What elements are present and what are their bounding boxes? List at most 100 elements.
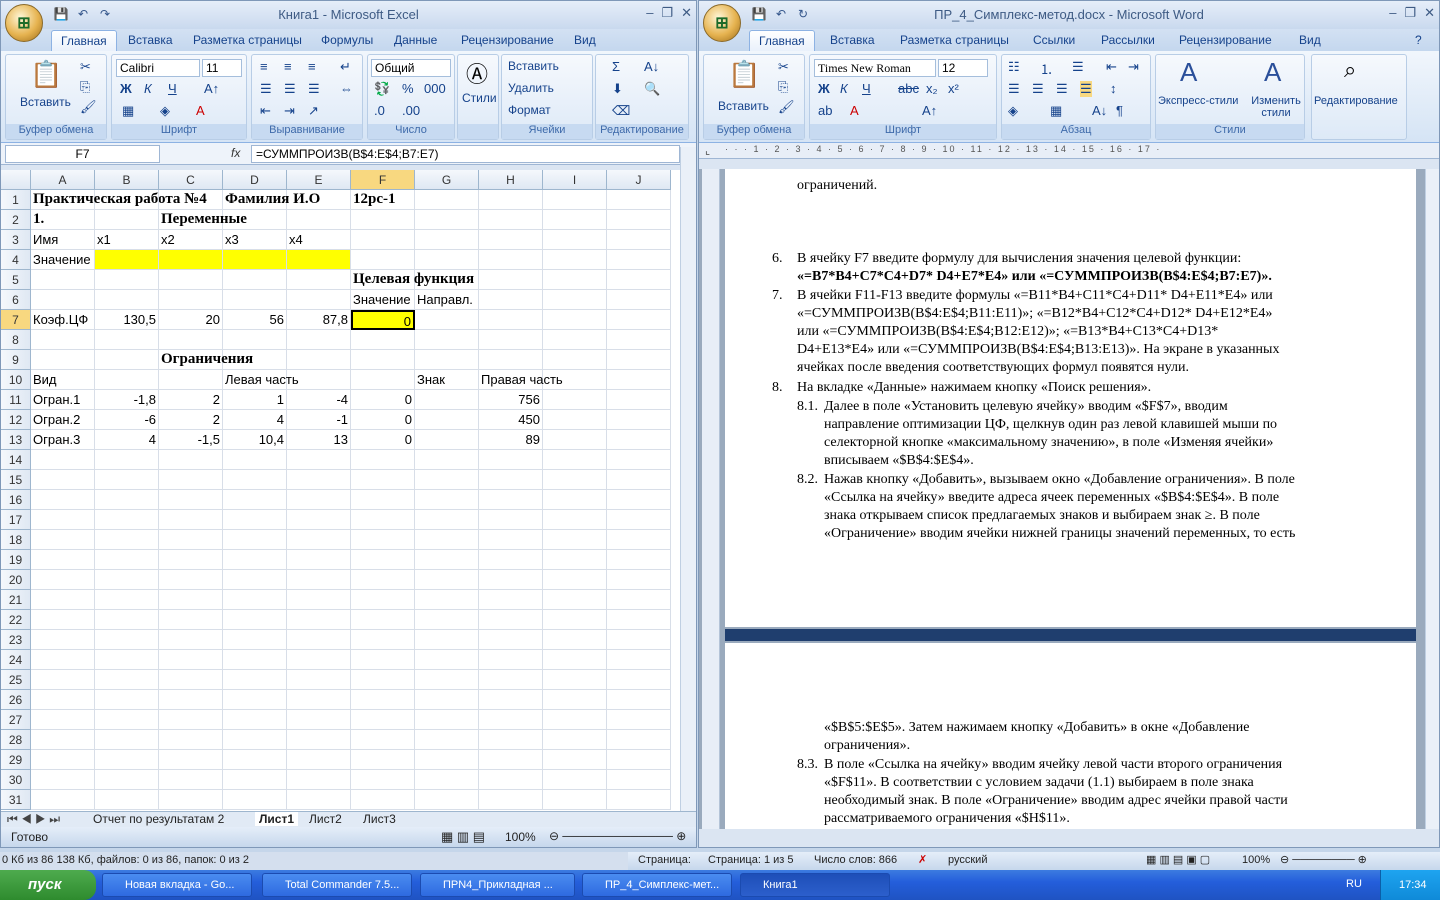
borders-icon[interactable]: ▦: [122, 103, 134, 119]
zoom-slider[interactable]: ⊖ ───────────── ⊕: [549, 829, 686, 843]
quick-styles-icon[interactable]: A: [1180, 57, 1197, 88]
cell-f4[interactable]: [351, 250, 415, 270]
tab-mailings[interactable]: Рассылки: [1101, 33, 1155, 47]
cell-d1[interactable]: Фамилия И.О: [223, 190, 320, 210]
cell-d27[interactable]: [223, 710, 287, 730]
restore-icon[interactable]: ❐: [1404, 5, 1416, 21]
row-header-22[interactable]: 22: [1, 610, 31, 630]
cell-c19[interactable]: [159, 550, 223, 570]
cell-a2[interactable]: 1.: [31, 210, 95, 230]
cell-c2[interactable]: Переменные: [159, 210, 247, 230]
paragraph-6[interactable]: В ячейку F7 введите формулу для вычислен…: [797, 250, 1373, 286]
taskbar-item[interactable]: Total Commander 7.5...: [262, 873, 412, 897]
cell-e1[interactable]: [287, 190, 351, 210]
cell-e28[interactable]: [287, 730, 351, 750]
row-header-20[interactable]: 20: [1, 570, 31, 590]
cell-f28[interactable]: [351, 730, 415, 750]
cell-a11[interactable]: Огран.1: [31, 390, 95, 410]
sheet-nav-icon[interactable]: ⏮ ◀ ▶ ⏭: [7, 812, 60, 827]
cell-j12[interactable]: [607, 410, 671, 430]
cell-a29[interactable]: [31, 750, 95, 770]
office-button[interactable]: ⊞: [703, 4, 741, 42]
cell-e12[interactable]: -1: [287, 410, 351, 430]
numbering-icon[interactable]: ⒈: [1040, 59, 1053, 78]
cell-c1[interactable]: [159, 190, 223, 210]
cell-f19[interactable]: [351, 550, 415, 570]
cell-i11[interactable]: [543, 390, 607, 410]
cell-e7[interactable]: 87,8: [287, 310, 351, 330]
cell-b26[interactable]: [95, 690, 159, 710]
cell-e11[interactable]: -4: [287, 390, 351, 410]
sheet-tab-list1[interactable]: Лист1: [255, 812, 299, 826]
row-header-4[interactable]: 4: [1, 250, 31, 270]
cell-h22[interactable]: [479, 610, 543, 630]
cell-g18[interactable]: [415, 530, 479, 550]
row-header-8[interactable]: 8: [1, 330, 31, 350]
cell-b23[interactable]: [95, 630, 159, 650]
cell-d22[interactable]: [223, 610, 287, 630]
cell-g2[interactable]: [415, 210, 479, 230]
cell-e13[interactable]: 13: [287, 430, 351, 450]
cell-a5[interactable]: [31, 270, 95, 290]
cell-j8[interactable]: [607, 330, 671, 350]
row-header-13[interactable]: 13: [1, 430, 31, 450]
cell-c18[interactable]: [159, 530, 223, 550]
cell-c12[interactable]: 2: [159, 410, 223, 430]
sort-filter-icon[interactable]: A↓: [644, 59, 659, 74]
cell-g12[interactable]: [415, 410, 479, 430]
tab-page-layout[interactable]: Разметка страницы: [193, 33, 302, 47]
row-header-6[interactable]: 6: [1, 290, 31, 310]
align-bottom-icon[interactable]: ≡: [308, 59, 316, 74]
cell-j30[interactable]: [607, 770, 671, 790]
cell-h27[interactable]: [479, 710, 543, 730]
cell-f14[interactable]: [351, 450, 415, 470]
cell-e10[interactable]: [287, 370, 351, 390]
cell-a22[interactable]: [31, 610, 95, 630]
cell-b28[interactable]: [95, 730, 159, 750]
cell-j17[interactable]: [607, 510, 671, 530]
show-marks-icon[interactable]: ¶: [1116, 103, 1123, 118]
decrease-decimal-icon[interactable]: .00: [402, 103, 420, 118]
cell-d28[interactable]: [223, 730, 287, 750]
cell-f18[interactable]: [351, 530, 415, 550]
cell-f26[interactable]: [351, 690, 415, 710]
cell-j18[interactable]: [607, 530, 671, 550]
cell-a3[interactable]: Имя: [31, 230, 95, 250]
vertical-ruler[interactable]: [702, 169, 720, 829]
formula-input[interactable]: =СУММПРОИЗВ(B$4:E$4;B7:E7): [251, 145, 680, 163]
cell-d20[interactable]: [223, 570, 287, 590]
cell-a17[interactable]: [31, 510, 95, 530]
cell-i9[interactable]: [543, 350, 607, 370]
cell-b3[interactable]: x1: [95, 230, 159, 250]
row-header-1[interactable]: 1: [1, 190, 31, 210]
cell-a21[interactable]: [31, 590, 95, 610]
cell-a7[interactable]: Коэф.ЦФ: [31, 310, 95, 330]
cell-b7[interactable]: 130,5: [95, 310, 159, 330]
align-left-icon[interactable]: ☰: [1008, 81, 1020, 97]
cell-d5[interactable]: [223, 270, 287, 290]
cell-i19[interactable]: [543, 550, 607, 570]
indent-icon[interactable]: ⇤: [260, 103, 271, 119]
cell-h20[interactable]: [479, 570, 543, 590]
cell-d10[interactable]: Левая часть: [223, 370, 299, 390]
cell-g25[interactable]: [415, 670, 479, 690]
cell-d8[interactable]: [223, 330, 287, 350]
cell-f30[interactable]: [351, 770, 415, 790]
clear-icon[interactable]: ⌫: [612, 103, 630, 119]
bullets-icon[interactable]: ☷: [1008, 59, 1020, 75]
cell-b12[interactable]: -6: [95, 410, 159, 430]
cell-b25[interactable]: [95, 670, 159, 690]
cell-f11[interactable]: 0: [351, 390, 415, 410]
borders-icon[interactable]: ▦: [1050, 103, 1062, 119]
font-name-select[interactable]: Calibri: [116, 59, 200, 77]
cell-j3[interactable]: [607, 230, 671, 250]
cell-j26[interactable]: [607, 690, 671, 710]
cell-d7[interactable]: 56: [223, 310, 287, 330]
justify-icon[interactable]: ☰: [1080, 81, 1092, 97]
cell-b9[interactable]: [95, 350, 159, 370]
cell-h28[interactable]: [479, 730, 543, 750]
align-left-icon[interactable]: ☰: [260, 81, 272, 97]
cell-j5[interactable]: [607, 270, 671, 290]
cell-j9[interactable]: [607, 350, 671, 370]
merge-icon[interactable]: ⇔: [340, 81, 353, 96]
